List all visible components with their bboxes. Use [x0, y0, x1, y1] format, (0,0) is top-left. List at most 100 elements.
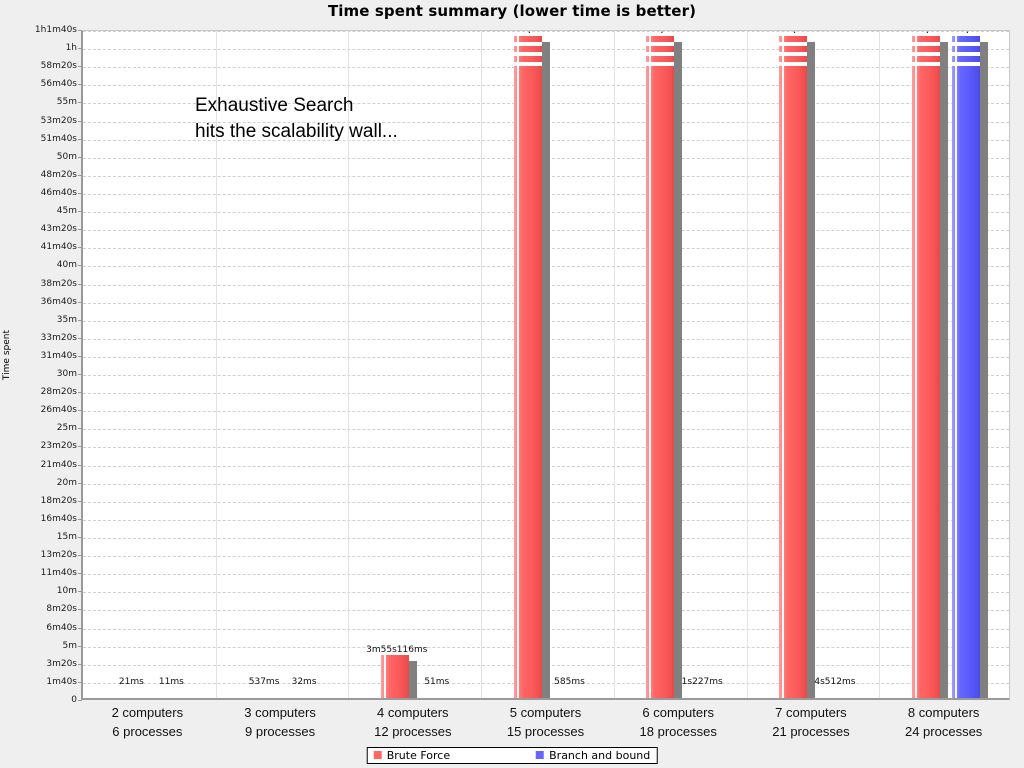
y-axis-tick-label: 45m — [56, 206, 77, 217]
y-axis-tick-label: 43m20s — [40, 224, 77, 235]
bar-value-label: ? — [659, 31, 665, 36]
bar-branch-and-bound[interactable] — [951, 36, 980, 698]
x-axis-label-line: 24 processes — [904, 724, 983, 739]
legend-item-brute-force: Brute Force — [373, 748, 451, 762]
bar-clip-break — [911, 62, 940, 66]
y-axis-tick-label: 10m — [56, 586, 77, 597]
bar-clip-break — [646, 52, 675, 56]
x-axis-category-label: 8 computers 24 processes — [905, 703, 982, 741]
x-axis-label-line: 12 processes — [374, 724, 452, 739]
y-axis-tick-label: 0 — [71, 695, 77, 705]
bar-clip-break — [911, 42, 940, 46]
bar-clip-break — [951, 62, 980, 66]
bar-highlight — [914, 36, 917, 698]
chart-container: Time spent summary (lower time is better… — [0, 0, 1024, 768]
bar-clip-break — [513, 52, 542, 56]
category-separator — [481, 31, 483, 698]
y-axis-tick-labels: 1h1m40s 1h 58m20s 56m40s 55m 53m20s 51m40s 50m 4… — [4, 25, 78, 705]
y-axis-tick-label: 38m20s — [40, 278, 77, 289]
x-axis-category-label: 6 computers 18 processes — [640, 703, 717, 741]
x-axis-label-line: 6 processes — [112, 724, 183, 739]
annotation-text: Exhaustive Search hits the scalability w… — [195, 95, 398, 142]
bar-brute-force[interactable] — [778, 36, 807, 698]
y-axis-tick-label: 53m20s — [40, 115, 77, 126]
bar-value-label: 21ms — [118, 677, 144, 687]
bar-highlight — [383, 655, 386, 698]
y-axis-tick-label: 23m20s — [40, 441, 77, 452]
y-axis-tick-label: 50m — [56, 151, 77, 162]
bar-clip-break — [513, 62, 542, 66]
bar-clip-break — [778, 52, 807, 56]
x-axis-label-line: 9 processes — [245, 724, 316, 739]
bar-value-label: 32ms — [291, 677, 317, 687]
y-axis-tick-label: 41m40s — [40, 242, 77, 253]
y-axis-tick-label: 58m20s — [40, 61, 77, 72]
bar-value-label: 585ms — [554, 677, 585, 687]
bar-value-label: 11ms — [158, 677, 184, 687]
x-axis-category-label: 3 computers 9 processes — [244, 703, 316, 741]
y-axis-tick-label: 8m20s — [46, 604, 77, 615]
y-axis-tick-label: 21m40s — [40, 459, 77, 470]
chart-legend: Brute Force Branch and bound — [366, 747, 658, 764]
x-axis-labels: 2 computers 6 processes 3 computers 9 proce… — [81, 703, 1010, 743]
bar-value-label: 1s227ms — [681, 677, 723, 687]
y-axis-tick-label: 13m20s — [40, 550, 77, 561]
y-axis-tick-label: 3m20s — [46, 658, 77, 669]
x-axis-label-line: 3 computers — [244, 705, 316, 720]
y-axis-tick-label: 6m40s — [46, 622, 77, 633]
category-separator — [746, 31, 748, 698]
y-axis-tick-label: 33m20s — [40, 332, 77, 343]
bar-value-label: 51ms — [424, 677, 450, 687]
legend-swatch-icon — [373, 751, 382, 759]
y-axis-tick-label: 40m — [56, 260, 77, 271]
bar-brute-force[interactable] — [646, 36, 675, 698]
y-axis-tick-label: 31m40s — [40, 350, 77, 361]
x-axis-label-line: 7 computers — [775, 705, 847, 720]
bar-value-label: ? — [527, 31, 533, 36]
y-axis-tick-label: 28m20s — [40, 387, 77, 398]
bar-clip-break — [513, 42, 542, 46]
x-axis-category-label: 7 computers 21 processes — [772, 703, 849, 741]
bar-brute-force[interactable] — [911, 36, 940, 698]
legend-item-branch-and-bound: Branch and bound — [536, 749, 650, 762]
bar-brute-force[interactable] — [380, 655, 409, 698]
bar-value-label: ? — [792, 31, 798, 36]
bar-clip-break — [951, 52, 980, 56]
bar-value-label: 3m55s116ms — [366, 645, 428, 656]
x-axis-label-line: 6 computers — [642, 705, 714, 720]
bar-clip-break — [646, 42, 675, 46]
y-axis-tick-label: 25m — [56, 423, 77, 434]
x-axis-label-line: 8 computers — [907, 705, 980, 720]
bar-clip-break — [778, 62, 807, 66]
y-axis-tick-label: 55m — [56, 97, 77, 108]
x-axis-label-line: 2 computers — [111, 705, 184, 720]
y-axis-tick-label: 15m — [56, 532, 77, 543]
y-axis-tick-label: 11m40s — [40, 568, 77, 579]
legend-label: Brute Force — [386, 748, 451, 762]
bar-value-label: 537ms — [248, 677, 280, 687]
bar-highlight — [954, 36, 957, 698]
y-axis-tick-label: 36m40s — [40, 296, 77, 307]
x-axis-label-line: 15 processes — [506, 724, 585, 739]
y-axis-tick-label: 35m — [56, 314, 77, 325]
x-axis-category-label: 4 computers 12 processes — [374, 703, 451, 741]
bar-clip-break — [911, 52, 940, 56]
category-separator — [879, 31, 881, 698]
x-axis-label-line: 5 computers — [509, 705, 582, 720]
y-axis-tick-label: 16m40s — [40, 513, 77, 524]
y-axis-tick-label: 5m — [62, 640, 78, 651]
x-axis-label-line: 18 processes — [639, 724, 717, 739]
bar-brute-force[interactable] — [513, 36, 542, 698]
bar-value-label: ? — [965, 31, 971, 36]
y-axis-tick-label: 51m40s — [40, 133, 77, 144]
x-axis-category-label: 5 computers 15 processes — [507, 703, 584, 741]
bar-highlight — [516, 36, 519, 698]
x-axis-category-label: 2 computers 6 processes — [112, 703, 184, 741]
bar-highlight — [649, 36, 652, 698]
y-axis-tick-label: 1h1m40s — [34, 25, 77, 35]
y-axis-tick-label: 20m — [56, 477, 77, 488]
y-axis-tick-label: 18m20s — [40, 495, 77, 506]
y-axis-tick-label: 1m40s — [46, 676, 77, 687]
y-axis-tick-label: 30m — [56, 369, 77, 380]
y-axis-tick-label: 26m40s — [40, 405, 77, 416]
